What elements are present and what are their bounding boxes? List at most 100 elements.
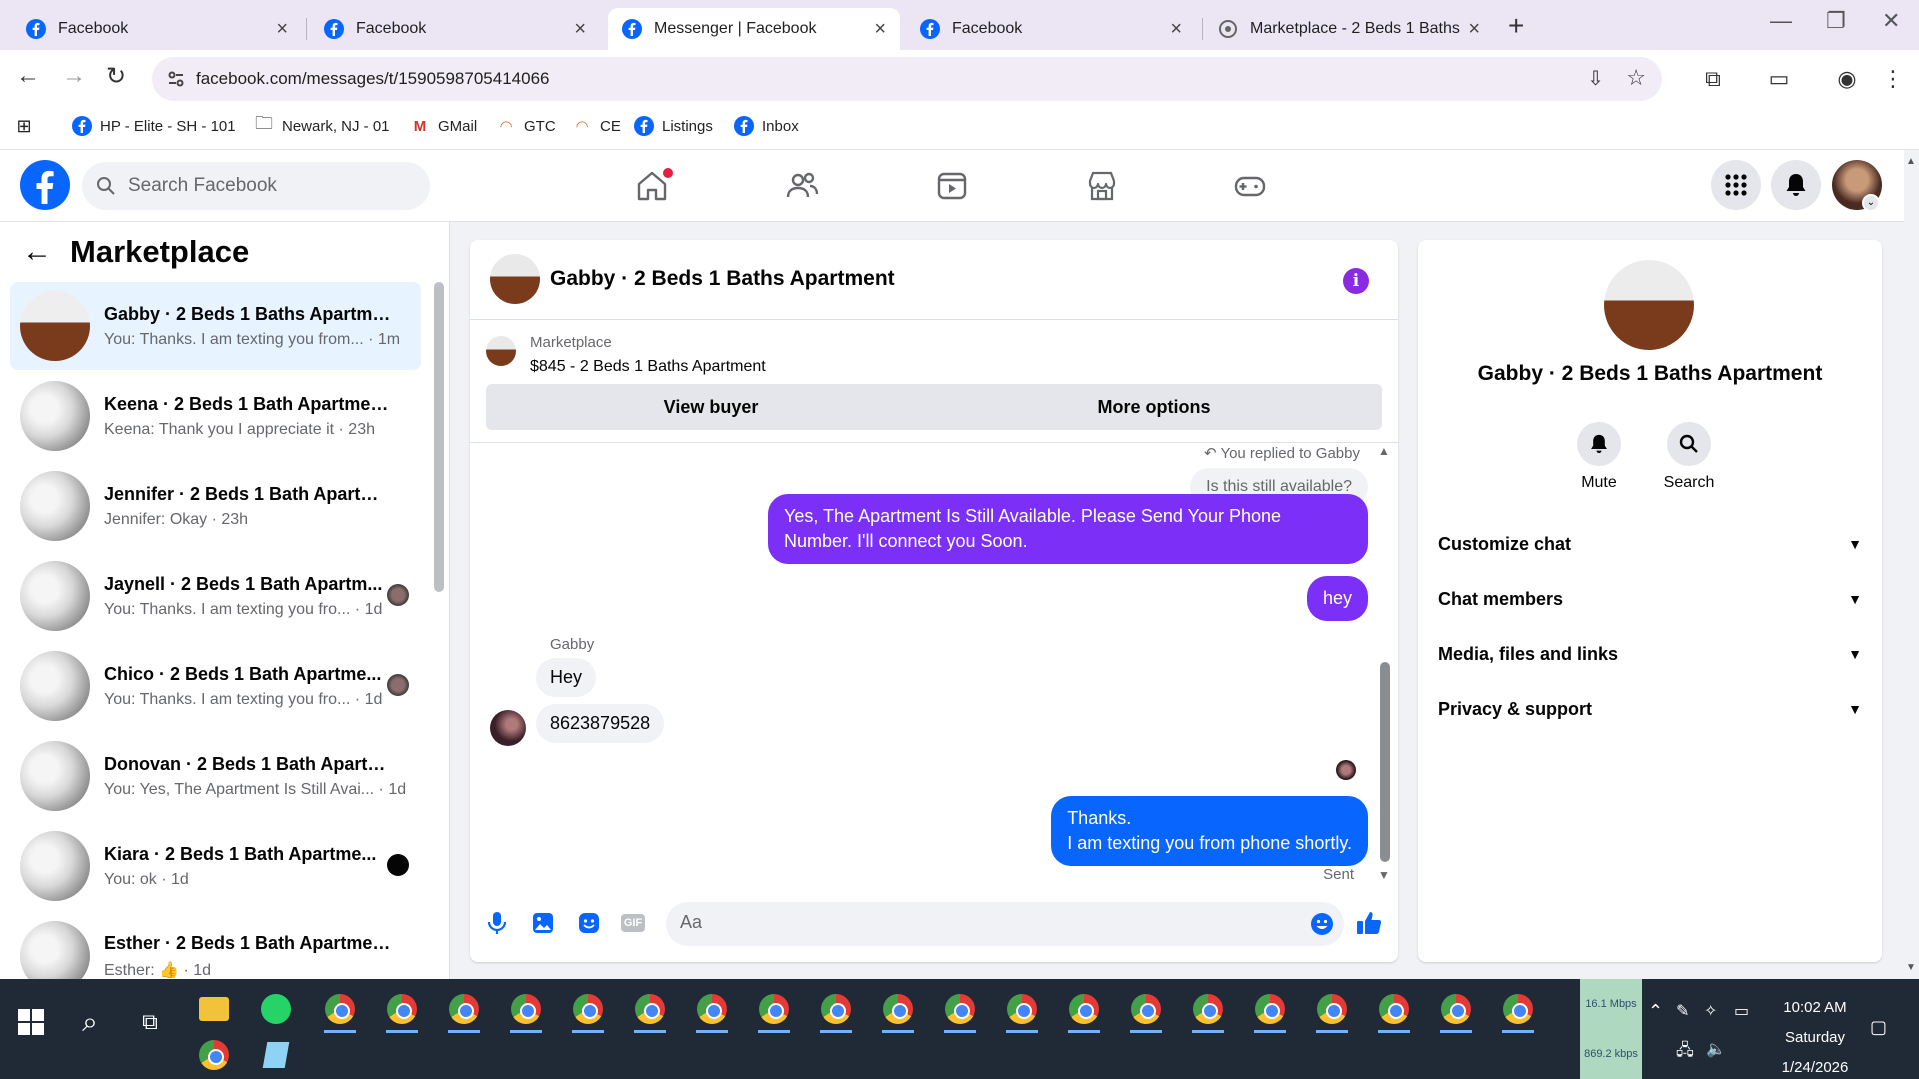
conversation-item-chico[interactable]: Chico · 2 Beds 1 Bath Apartme... You: Th… (10, 642, 421, 730)
pen-icon[interactable]: ✎ (1676, 1001, 1689, 1021)
marketplace-icon[interactable] (1080, 164, 1124, 208)
page-scroll-down-icon[interactable]: ▼ (1906, 962, 1916, 973)
reload-icon[interactable]: ↻ (106, 62, 126, 91)
facebook-search-input[interactable]: Search Facebook (82, 162, 430, 210)
site-info-icon[interactable] (166, 69, 186, 89)
message-composer[interactable] (666, 902, 1344, 946)
task-view-icon[interactable]: ⧉ (130, 1002, 170, 1042)
restore-icon[interactable]: ❐ (1826, 8, 1846, 34)
incoming-message-phone[interactable]: 8623879528 (536, 704, 665, 743)
battery-icon[interactable]: ▭ (1734, 1001, 1749, 1021)
back-arrow-icon[interactable]: ← (22, 235, 52, 269)
chrome-icon[interactable] (444, 989, 484, 1033)
dropbox-icon[interactable]: ✧ (1704, 1001, 1717, 1021)
chrome-icon[interactable] (1064, 989, 1104, 1033)
extensions-icon[interactable]: ⧉ (1698, 64, 1728, 94)
scroll-down-icon[interactable]: ▼ (1378, 868, 1390, 882)
network-icon[interactable]: 🖧 (1676, 1039, 1694, 1066)
menu-kebab-icon[interactable]: ⋮ (1878, 64, 1908, 94)
chat-avatar[interactable] (490, 254, 540, 304)
listing-avatar[interactable] (1604, 260, 1694, 350)
gaming-icon[interactable] (1228, 164, 1272, 208)
close-tab-icon[interactable]: × (574, 18, 586, 41)
forward-arrow-icon[interactable]: → (62, 62, 86, 90)
bookmark-inbox[interactable]: Inbox (734, 116, 799, 136)
bookmark-newark[interactable]: 🗀 Newark, NJ - 01 (254, 113, 390, 136)
back-arrow-icon[interactable]: ← (16, 62, 40, 90)
incoming-message[interactable]: Hey (536, 658, 597, 697)
sticker-icon[interactable] (574, 908, 604, 938)
video-icon[interactable] (930, 164, 974, 208)
chrome-icon[interactable] (1374, 989, 1414, 1033)
photo-icon[interactable] (528, 908, 558, 938)
system-clock[interactable]: 10:02 AM Saturday 1/24/2026 (1770, 993, 1860, 1079)
browser-tab-4[interactable]: Facebook × (906, 8, 1196, 50)
new-tab-icon[interactable]: + (1508, 10, 1524, 42)
bookmark-ce[interactable]: ◠ CE (572, 116, 620, 136)
outgoing-message[interactable]: hey (1306, 576, 1368, 621)
more-options-button[interactable]: More options (926, 384, 1382, 430)
search-conversation-button[interactable]: Search (1654, 422, 1724, 492)
conversation-item-keena[interactable]: Keena · 2 Beds 1 Bath Apartmen... Keena:… (10, 372, 421, 460)
chrome-icon[interactable] (878, 989, 918, 1033)
notepad-icon[interactable] (256, 1035, 296, 1075)
chrome-icon[interactable] (506, 989, 546, 1033)
bookmark-gmail[interactable]: M GMail (410, 116, 477, 136)
bookmark-hp-elite[interactable]: HP - Elite - SH - 101 (72, 116, 236, 136)
facebook-logo-icon[interactable] (20, 160, 70, 210)
conversation-item-jaynell[interactable]: Jaynell · 2 Beds 1 Bath Apartm... You: T… (10, 552, 421, 640)
menu-grid-icon[interactable] (1711, 160, 1761, 210)
chrome-icon[interactable] (1002, 989, 1042, 1033)
close-tab-icon[interactable]: × (276, 18, 288, 41)
close-tab-icon[interactable]: × (1170, 18, 1182, 41)
page-scroll-up-icon[interactable]: ▲ (1906, 156, 1916, 167)
chrome-icon[interactable] (692, 989, 732, 1033)
conversation-item-esther[interactable]: Esther · 2 Beds 1 Bath Apartmen... Esthe… (10, 912, 421, 979)
microphone-icon[interactable] (482, 908, 512, 938)
emoji-icon[interactable] (1310, 912, 1334, 936)
browser-tab-3-active[interactable]: Messenger | Facebook × (608, 8, 900, 50)
conversation-item-gabby[interactable]: Gabby · 2 Beds 1 Baths Apartment You: Th… (10, 282, 421, 370)
chat-members-section[interactable]: Chat members ▼ (1438, 577, 1862, 621)
bookmark-gtc[interactable]: ◠ GTC (496, 116, 555, 136)
browser-tab-5[interactable]: Marketplace - 2 Beds 1 Baths Apartment × (1204, 8, 1494, 50)
chrome-icon[interactable] (1250, 989, 1290, 1033)
show-hidden-icons-icon[interactable]: ⌃ (1648, 1001, 1663, 1022)
close-window-icon[interactable]: ✕ (1882, 8, 1900, 34)
search-icon[interactable]: ⌕ (70, 1002, 110, 1042)
url-bar[interactable]: facebook.com/messages/t/1590598705414066… (152, 57, 1662, 101)
conversation-item-donovan[interactable]: Donovan · 2 Beds 1 Bath Apartm... You: Y… (10, 732, 421, 820)
chrome-icon[interactable] (1188, 989, 1228, 1033)
minimize-icon[interactable]: — (1770, 8, 1792, 34)
conversation-item-jennifer[interactable]: Jennifer · 2 Beds 1 Bath Apartme... Jenn… (10, 462, 421, 550)
sidebar-scrollbar[interactable] (434, 282, 444, 592)
bookmark-star-icon[interactable]: ☆ (1626, 65, 1646, 91)
whatsapp-icon[interactable] (256, 989, 296, 1029)
chat-scrollbar[interactable] (1380, 662, 1390, 862)
gif-icon[interactable]: GIF (618, 908, 648, 938)
chrome-icon[interactable] (382, 989, 422, 1033)
friends-icon[interactable] (780, 164, 824, 208)
tab-search-icon[interactable]: ▭ (1764, 64, 1794, 94)
close-tab-icon[interactable]: × (1468, 18, 1480, 41)
account-caret-icon[interactable]: ⌄ (1862, 194, 1880, 212)
file-explorer-icon[interactable] (194, 989, 234, 1029)
privacy-support-section[interactable]: Privacy & support ▼ (1438, 687, 1862, 731)
sender-avatar[interactable] (490, 710, 526, 746)
media-files-links-section[interactable]: Media, files and links ▼ (1438, 632, 1862, 676)
message-input[interactable] (680, 912, 1240, 933)
conversation-item-kiara[interactable]: Kiara · 2 Beds 1 Bath Apartme... You: ok… (10, 822, 421, 910)
outgoing-message[interactable]: Thanks. I am texting you from phone shor… (1051, 796, 1368, 866)
info-icon[interactable]: i (1343, 268, 1369, 294)
scroll-up-icon[interactable]: ▲ (1378, 444, 1390, 458)
chrome-icon[interactable] (1312, 989, 1352, 1033)
chrome-icon[interactable] (1126, 989, 1166, 1033)
chrome-icon[interactable] (568, 989, 608, 1033)
thumbs-up-icon[interactable] (1354, 908, 1384, 938)
listing-price-title[interactable]: $845 - 2 Beds 1 Baths Apartment (530, 358, 766, 376)
chrome-icon[interactable] (194, 1035, 234, 1075)
profile-icon[interactable]: ◉ (1832, 64, 1862, 94)
windows-start-icon[interactable] (18, 1009, 44, 1035)
notification-center-icon[interactable]: ▢ (1870, 1017, 1887, 1038)
browser-tab-1[interactable]: Facebook × (12, 8, 302, 50)
